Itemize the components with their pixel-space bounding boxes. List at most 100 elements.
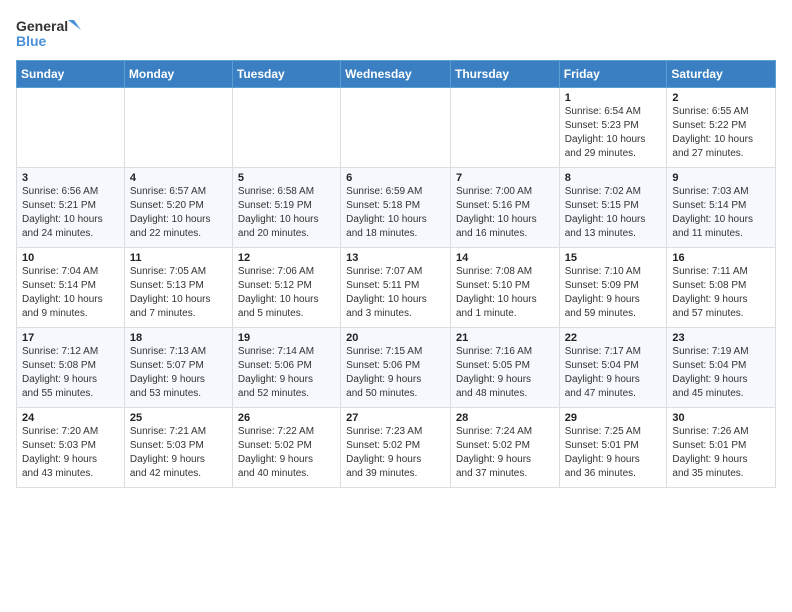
day-number: 8 — [565, 172, 662, 184]
day-cell: 3Sunrise: 6:56 AM Sunset: 5:21 PM Daylig… — [17, 168, 125, 248]
logo-svg: GeneralBlue — [16, 16, 86, 52]
day-cell: 16Sunrise: 7:11 AM Sunset: 5:08 PM Dayli… — [667, 248, 776, 328]
day-number: 28 — [456, 412, 554, 424]
week-row-1: 1Sunrise: 6:54 AM Sunset: 5:23 PM Daylig… — [17, 88, 776, 168]
day-info: Sunrise: 7:00 AM Sunset: 5:16 PM Dayligh… — [456, 185, 554, 241]
day-cell: 19Sunrise: 7:14 AM Sunset: 5:06 PM Dayli… — [232, 328, 340, 408]
day-info: Sunrise: 6:55 AM Sunset: 5:22 PM Dayligh… — [672, 105, 770, 161]
day-number: 24 — [22, 412, 119, 424]
day-info: Sunrise: 7:16 AM Sunset: 5:05 PM Dayligh… — [456, 345, 554, 401]
day-cell: 4Sunrise: 6:57 AM Sunset: 5:20 PM Daylig… — [124, 168, 232, 248]
day-cell: 22Sunrise: 7:17 AM Sunset: 5:04 PM Dayli… — [559, 328, 667, 408]
day-info: Sunrise: 7:10 AM Sunset: 5:09 PM Dayligh… — [565, 265, 662, 321]
day-cell — [450, 88, 559, 168]
calendar-header-row: SundayMondayTuesdayWednesdayThursdayFrid… — [17, 61, 776, 88]
day-info: Sunrise: 7:19 AM Sunset: 5:04 PM Dayligh… — [672, 345, 770, 401]
day-cell: 18Sunrise: 7:13 AM Sunset: 5:07 PM Dayli… — [124, 328, 232, 408]
day-number: 7 — [456, 172, 554, 184]
day-info: Sunrise: 7:21 AM Sunset: 5:03 PM Dayligh… — [130, 425, 227, 481]
day-info: Sunrise: 7:14 AM Sunset: 5:06 PM Dayligh… — [238, 345, 335, 401]
header-row: SundayMondayTuesdayWednesdayThursdayFrid… — [17, 61, 776, 88]
day-number: 11 — [130, 252, 227, 264]
day-cell: 25Sunrise: 7:21 AM Sunset: 5:03 PM Dayli… — [124, 408, 232, 488]
day-cell: 14Sunrise: 7:08 AM Sunset: 5:10 PM Dayli… — [450, 248, 559, 328]
header-cell-thursday: Thursday — [450, 61, 559, 88]
day-cell: 27Sunrise: 7:23 AM Sunset: 5:02 PM Dayli… — [341, 408, 451, 488]
day-number: 9 — [672, 172, 770, 184]
day-number: 4 — [130, 172, 227, 184]
day-number: 12 — [238, 252, 335, 264]
day-number: 20 — [346, 332, 445, 344]
day-number: 5 — [238, 172, 335, 184]
day-number: 14 — [456, 252, 554, 264]
day-cell: 26Sunrise: 7:22 AM Sunset: 5:02 PM Dayli… — [232, 408, 340, 488]
day-cell: 5Sunrise: 6:58 AM Sunset: 5:19 PM Daylig… — [232, 168, 340, 248]
day-cell — [17, 88, 125, 168]
day-info: Sunrise: 7:24 AM Sunset: 5:02 PM Dayligh… — [456, 425, 554, 481]
day-number: 22 — [565, 332, 662, 344]
day-number: 23 — [672, 332, 770, 344]
day-cell: 12Sunrise: 7:06 AM Sunset: 5:12 PM Dayli… — [232, 248, 340, 328]
day-info: Sunrise: 7:03 AM Sunset: 5:14 PM Dayligh… — [672, 185, 770, 241]
day-cell: 24Sunrise: 7:20 AM Sunset: 5:03 PM Dayli… — [17, 408, 125, 488]
calendar-body: 1Sunrise: 6:54 AM Sunset: 5:23 PM Daylig… — [17, 88, 776, 488]
day-number: 17 — [22, 332, 119, 344]
day-info: Sunrise: 7:26 AM Sunset: 5:01 PM Dayligh… — [672, 425, 770, 481]
header-cell-sunday: Sunday — [17, 61, 125, 88]
day-number: 29 — [565, 412, 662, 424]
day-cell: 9Sunrise: 7:03 AM Sunset: 5:14 PM Daylig… — [667, 168, 776, 248]
header-cell-friday: Friday — [559, 61, 667, 88]
day-info: Sunrise: 6:56 AM Sunset: 5:21 PM Dayligh… — [22, 185, 119, 241]
day-number: 1 — [565, 92, 662, 104]
day-number: 2 — [672, 92, 770, 104]
svg-text:General: General — [16, 18, 68, 34]
day-info: Sunrise: 6:58 AM Sunset: 5:19 PM Dayligh… — [238, 185, 335, 241]
day-cell: 7Sunrise: 7:00 AM Sunset: 5:16 PM Daylig… — [450, 168, 559, 248]
day-number: 3 — [22, 172, 119, 184]
day-cell: 1Sunrise: 6:54 AM Sunset: 5:23 PM Daylig… — [559, 88, 667, 168]
day-info: Sunrise: 7:06 AM Sunset: 5:12 PM Dayligh… — [238, 265, 335, 321]
day-info: Sunrise: 7:13 AM Sunset: 5:07 PM Dayligh… — [130, 345, 227, 401]
day-cell — [341, 88, 451, 168]
day-cell: 6Sunrise: 6:59 AM Sunset: 5:18 PM Daylig… — [341, 168, 451, 248]
day-cell: 28Sunrise: 7:24 AM Sunset: 5:02 PM Dayli… — [450, 408, 559, 488]
calendar-table: SundayMondayTuesdayWednesdayThursdayFrid… — [16, 60, 776, 488]
calendar-header: GeneralBlue — [16, 16, 776, 52]
svg-text:Blue: Blue — [16, 33, 47, 49]
day-info: Sunrise: 6:59 AM Sunset: 5:18 PM Dayligh… — [346, 185, 445, 241]
day-cell: 29Sunrise: 7:25 AM Sunset: 5:01 PM Dayli… — [559, 408, 667, 488]
day-info: Sunrise: 7:12 AM Sunset: 5:08 PM Dayligh… — [22, 345, 119, 401]
day-cell — [232, 88, 340, 168]
day-cell: 8Sunrise: 7:02 AM Sunset: 5:15 PM Daylig… — [559, 168, 667, 248]
day-info: Sunrise: 7:08 AM Sunset: 5:10 PM Dayligh… — [456, 265, 554, 321]
day-cell — [124, 88, 232, 168]
day-cell: 2Sunrise: 6:55 AM Sunset: 5:22 PM Daylig… — [667, 88, 776, 168]
day-cell: 10Sunrise: 7:04 AM Sunset: 5:14 PM Dayli… — [17, 248, 125, 328]
day-info: Sunrise: 7:17 AM Sunset: 5:04 PM Dayligh… — [565, 345, 662, 401]
day-number: 25 — [130, 412, 227, 424]
header-cell-tuesday: Tuesday — [232, 61, 340, 88]
day-number: 13 — [346, 252, 445, 264]
day-cell: 21Sunrise: 7:16 AM Sunset: 5:05 PM Dayli… — [450, 328, 559, 408]
day-number: 16 — [672, 252, 770, 264]
day-number: 30 — [672, 412, 770, 424]
week-row-4: 17Sunrise: 7:12 AM Sunset: 5:08 PM Dayli… — [17, 328, 776, 408]
day-cell: 15Sunrise: 7:10 AM Sunset: 5:09 PM Dayli… — [559, 248, 667, 328]
day-info: Sunrise: 7:05 AM Sunset: 5:13 PM Dayligh… — [130, 265, 227, 321]
day-number: 6 — [346, 172, 445, 184]
day-info: Sunrise: 7:23 AM Sunset: 5:02 PM Dayligh… — [346, 425, 445, 481]
day-info: Sunrise: 7:25 AM Sunset: 5:01 PM Dayligh… — [565, 425, 662, 481]
day-number: 27 — [346, 412, 445, 424]
day-info: Sunrise: 7:20 AM Sunset: 5:03 PM Dayligh… — [22, 425, 119, 481]
day-cell: 23Sunrise: 7:19 AM Sunset: 5:04 PM Dayli… — [667, 328, 776, 408]
day-number: 19 — [238, 332, 335, 344]
day-number: 21 — [456, 332, 554, 344]
day-cell: 20Sunrise: 7:15 AM Sunset: 5:06 PM Dayli… — [341, 328, 451, 408]
day-number: 18 — [130, 332, 227, 344]
day-info: Sunrise: 7:22 AM Sunset: 5:02 PM Dayligh… — [238, 425, 335, 481]
logo: GeneralBlue — [16, 16, 86, 52]
week-row-2: 3Sunrise: 6:56 AM Sunset: 5:21 PM Daylig… — [17, 168, 776, 248]
day-info: Sunrise: 6:57 AM Sunset: 5:20 PM Dayligh… — [130, 185, 227, 241]
header-cell-monday: Monday — [124, 61, 232, 88]
day-number: 10 — [22, 252, 119, 264]
